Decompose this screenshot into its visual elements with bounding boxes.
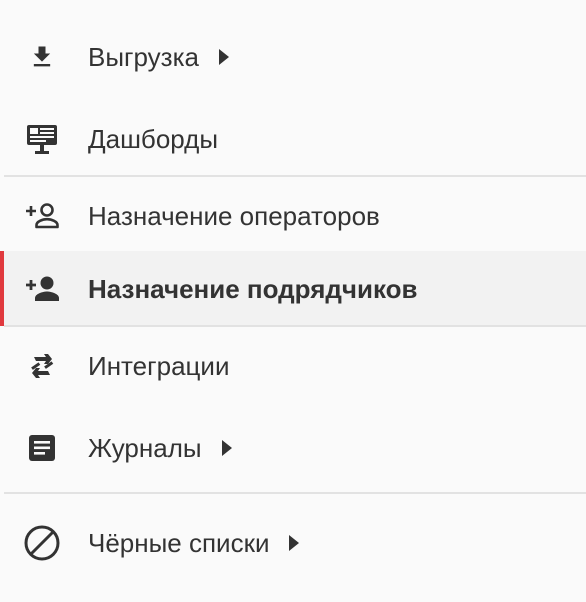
- menu-item-assign-contractors[interactable]: Назначение подрядчиков: [0, 251, 586, 326]
- journal-icon: [22, 428, 62, 468]
- menu-item-integrations[interactable]: Интеграции: [0, 341, 586, 391]
- divider: [4, 325, 586, 327]
- menu-item-journals[interactable]: Журналы: [0, 423, 586, 473]
- menu-item-dashboards[interactable]: Дашборды: [0, 114, 586, 164]
- menu-item-assign-operators-label: Назначение операторов: [88, 201, 380, 231]
- side-menu: Выгрузка Дашборды Назначение операторов …: [0, 0, 586, 602]
- menu-item-assign-operators[interactable]: Назначение операторов: [0, 191, 586, 241]
- dashboard-icon: [22, 119, 62, 159]
- download-icon: [22, 37, 62, 77]
- chevron-right-icon: [221, 440, 232, 456]
- menu-item-integrations-label: Интеграции: [88, 351, 230, 381]
- integration-icon: [22, 346, 62, 386]
- menu-item-journals-label: Журналы: [88, 433, 202, 463]
- divider: [4, 175, 586, 177]
- person-add-filled-icon: [22, 269, 62, 309]
- block-icon: [22, 523, 62, 563]
- menu-item-blacklists-label: Чёрные списки: [88, 528, 270, 558]
- divider: [4, 492, 586, 494]
- menu-item-dashboards-label: Дашборды: [88, 124, 218, 154]
- menu-item-export-label: Выгрузка: [88, 42, 200, 72]
- chevron-right-icon: [289, 535, 300, 551]
- person-add-outline-icon: [22, 196, 62, 236]
- menu-item-export[interactable]: Выгрузка: [0, 32, 586, 82]
- menu-item-assign-contractors-label: Назначение подрядчиков: [88, 273, 418, 304]
- chevron-right-icon: [219, 49, 230, 65]
- menu-item-blacklists[interactable]: Чёрные списки: [0, 518, 586, 568]
